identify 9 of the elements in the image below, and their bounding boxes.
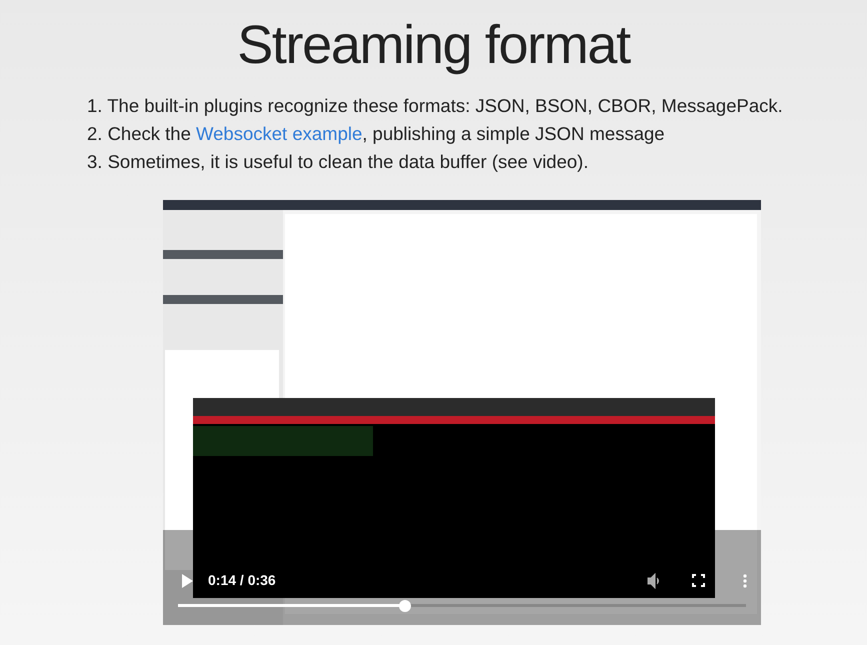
slide-title: Streaming format: [237, 18, 630, 72]
video-time: 0:14 / 0:36: [208, 571, 276, 590]
websocket-link[interactable]: Websocket example: [196, 123, 362, 144]
list-item: 1. The built-in plugins recognize these formats: JSON, BSON, CBOR, MessagePack.: [87, 94, 784, 118]
play-button[interactable]: [179, 572, 195, 588]
progress-track[interactable]: [178, 604, 746, 607]
list-item: 2. Check the Websocket example, publishing a simple JSON message: [87, 122, 666, 146]
fullscreen-icon[interactable]: [692, 574, 705, 587]
list-item: 3. Sometimes, it is useful to clean the data buffer (see video).: [87, 150, 590, 174]
